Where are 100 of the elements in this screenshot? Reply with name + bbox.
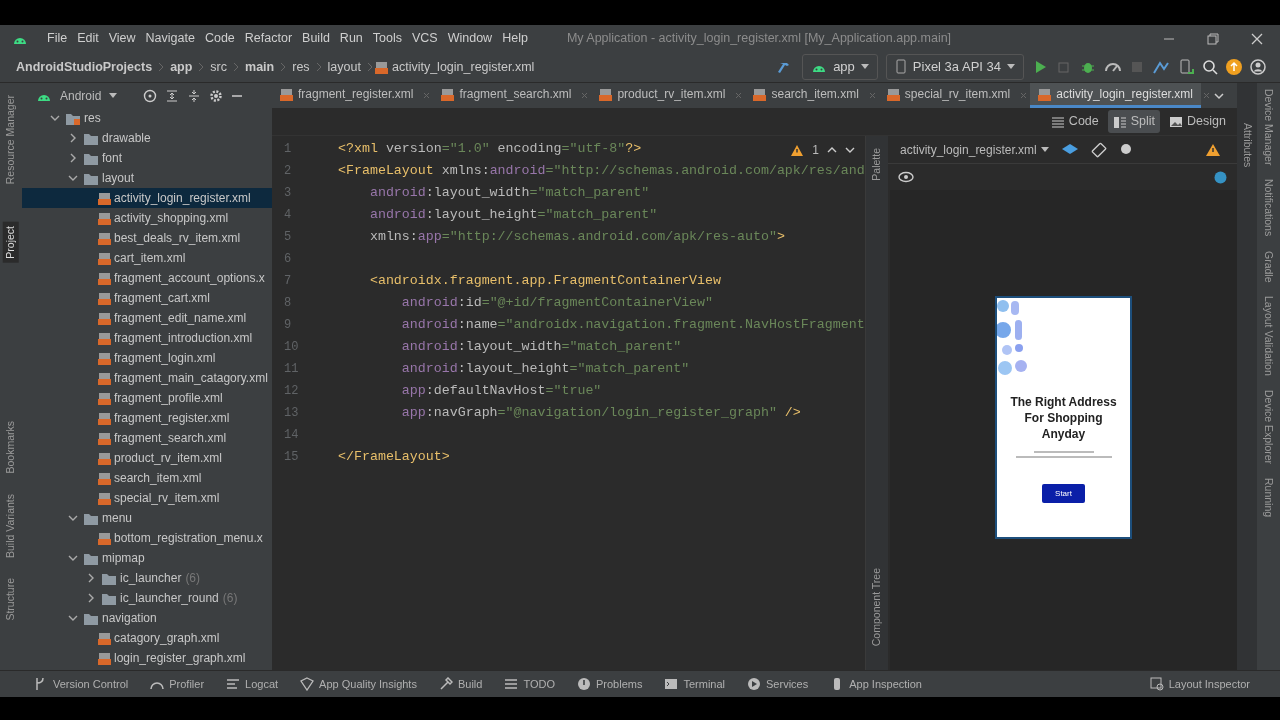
chevron-icon[interactable] <box>50 113 60 123</box>
file-name[interactable]: fragment_edit_name.xml <box>114 309 247 327</box>
folder-name[interactable]: mipmap <box>102 549 145 567</box>
menu-item[interactable]: Build <box>297 29 335 48</box>
editor-tab[interactable]: search_item.xml <box>745 83 867 108</box>
tool-window-button[interactable]: Build <box>438 675 483 693</box>
update-icon[interactable] <box>1226 59 1242 75</box>
breadcrumb-item[interactable]: app <box>170 57 193 77</box>
editor-tab[interactable]: special_rv_item.xml <box>878 83 1019 108</box>
caret-icon[interactable] <box>109 92 118 99</box>
tool-window-tab[interactable]: Resource Manager <box>3 91 19 189</box>
editor-tab[interactable]: fragment_search.xml <box>433 83 580 108</box>
menu-item[interactable]: Edit <box>72 29 104 48</box>
restore-icon[interactable] <box>1206 31 1220 46</box>
folder-name[interactable]: drawable <box>102 129 151 147</box>
file-name[interactable]: best_deals_rv_item.xml <box>114 229 241 247</box>
tool-window-tab[interactable]: Build Variants <box>3 489 19 562</box>
tool-window-tab[interactable]: Running <box>1260 478 1277 518</box>
layout-file-dropdown[interactable]: activity_login_register.xml <box>900 140 1037 159</box>
folder-name[interactable]: menu <box>102 509 133 527</box>
chevron-icon[interactable] <box>68 173 78 183</box>
settings-icon[interactable] <box>209 88 224 103</box>
eye-icon[interactable] <box>898 170 914 184</box>
tool-window-tab[interactable]: Device Manager <box>1260 89 1277 166</box>
collapse-all-icon[interactable] <box>187 88 202 103</box>
warning-icon[interactable] <box>790 143 805 157</box>
menu-item[interactable]: Tools <box>367 29 407 48</box>
folder-name[interactable]: font <box>102 149 122 167</box>
file-name[interactable]: bottom_registration_menu.x <box>114 529 263 547</box>
file-name[interactable]: login_register_graph.xml <box>114 649 246 667</box>
file-name[interactable]: fragment_main_catagory.xml <box>114 369 268 387</box>
search-icon[interactable] <box>1202 59 1218 75</box>
menu-item[interactable]: File <box>42 29 73 48</box>
tool-window-tab[interactable]: Project <box>3 222 19 263</box>
tool-window-button[interactable]: Profiler <box>150 675 205 693</box>
file-name[interactable]: fragment_account_options.x <box>114 269 265 287</box>
breadcrumb-item[interactable]: activity_login_register.xml <box>391 57 535 77</box>
menu-item[interactable]: Refactor <box>239 29 298 48</box>
menu-item[interactable]: Run <box>334 29 368 48</box>
file-name[interactable]: fragment_introduction.xml <box>114 329 253 347</box>
chevron-icon[interactable] <box>68 133 78 143</box>
view-mode-button[interactable]: Code <box>1045 110 1104 133</box>
menu-item[interactable]: Help <box>497 29 533 48</box>
tool-window-button[interactable]: Terminal <box>664 675 726 693</box>
caret-icon[interactable] <box>1040 146 1049 153</box>
folder-name[interactable]: ic_launcher_round <box>120 589 219 607</box>
account-icon[interactable] <box>1250 59 1266 75</box>
menu-item[interactable]: Window <box>442 29 498 48</box>
file-name[interactable]: activity_shopping.xml <box>114 209 229 227</box>
tool-window-button[interactable]: Services <box>747 675 809 693</box>
start-button[interactable]: Start <box>1042 484 1085 503</box>
tool-window-tab[interactable]: Gradle <box>1260 250 1277 283</box>
file-name[interactable]: special_rv_item.xml <box>114 489 220 507</box>
device-manager-icon[interactable] <box>1178 59 1194 75</box>
file-name[interactable]: fragment_cart.xml <box>114 289 211 307</box>
chevron-icon[interactable] <box>68 553 78 563</box>
tool-window-tab[interactable]: Bookmarks <box>3 417 19 478</box>
expand-all-icon[interactable] <box>165 88 180 103</box>
breadcrumb-item[interactable]: main <box>245 57 275 77</box>
folder-name[interactable]: res <box>84 109 101 127</box>
palette-tab[interactable]: Palette <box>869 144 885 185</box>
chevron-icon[interactable] <box>68 613 78 623</box>
folder-name[interactable]: ic_launcher <box>120 569 182 587</box>
file-name[interactable]: product_rv_item.xml <box>114 449 223 467</box>
chevron-icon[interactable] <box>68 153 78 163</box>
menu-item[interactable]: View <box>103 29 141 48</box>
file-name[interactable]: search_item.xml <box>114 469 202 487</box>
menu-item[interactable]: Code <box>199 29 240 48</box>
chevron-icon[interactable] <box>86 573 96 583</box>
editor-tab[interactable]: product_rv_item.xml <box>591 83 734 108</box>
tool-window-button[interactable]: App Inspection <box>830 675 922 693</box>
tool-window-button[interactable]: App Quality Insights <box>300 675 417 693</box>
file-name[interactable]: cart_item.xml <box>114 249 186 267</box>
file-name[interactable]: fragment_login.xml <box>114 349 216 367</box>
tool-window-tab[interactable]: Notifications <box>1260 179 1277 237</box>
tool-window-button[interactable]: Problems <box>577 675 643 693</box>
device-dropdown[interactable]: Pixel 3a API 34 <box>885 54 1024 80</box>
tool-window-button[interactable]: Logcat <box>226 675 279 693</box>
tool-window-button[interactable]: Version Control <box>34 675 129 693</box>
editor-tab[interactable]: fragment_register.xml <box>272 83 422 108</box>
menu-item[interactable]: Navigate <box>140 29 200 48</box>
tool-window-tab[interactable]: Layout Validation <box>1260 296 1277 376</box>
project-view-dropdown[interactable]: Android <box>60 86 102 105</box>
tool-window-button[interactable]: TODO <box>504 675 555 693</box>
editor-tab[interactable]: activity_login_register.xml <box>1030 83 1201 108</box>
tool-window-tab[interactable]: Structure <box>3 573 19 625</box>
file-name[interactable]: fragment_profile.xml <box>114 389 223 407</box>
chevron-icon[interactable] <box>86 593 96 603</box>
breadcrumb-item[interactable]: src <box>210 57 228 77</box>
next-icon[interactable] <box>845 145 855 155</box>
layout-inspector-button[interactable]: Layout Inspector <box>1149 675 1250 693</box>
folder-name[interactable]: navigation <box>102 609 157 627</box>
file-name[interactable]: fragment_search.xml <box>114 429 227 447</box>
close-icon[interactable] <box>1250 31 1264 46</box>
chevron-icon[interactable] <box>68 513 78 523</box>
file-name[interactable]: fragment_register.xml <box>114 409 230 427</box>
orientation-icon[interactable] <box>1090 141 1107 158</box>
view-mode-button[interactable]: Split <box>1107 110 1161 133</box>
component-tree-tab[interactable]: Component Tree <box>869 563 885 650</box>
folder-name[interactable]: layout <box>102 169 135 187</box>
